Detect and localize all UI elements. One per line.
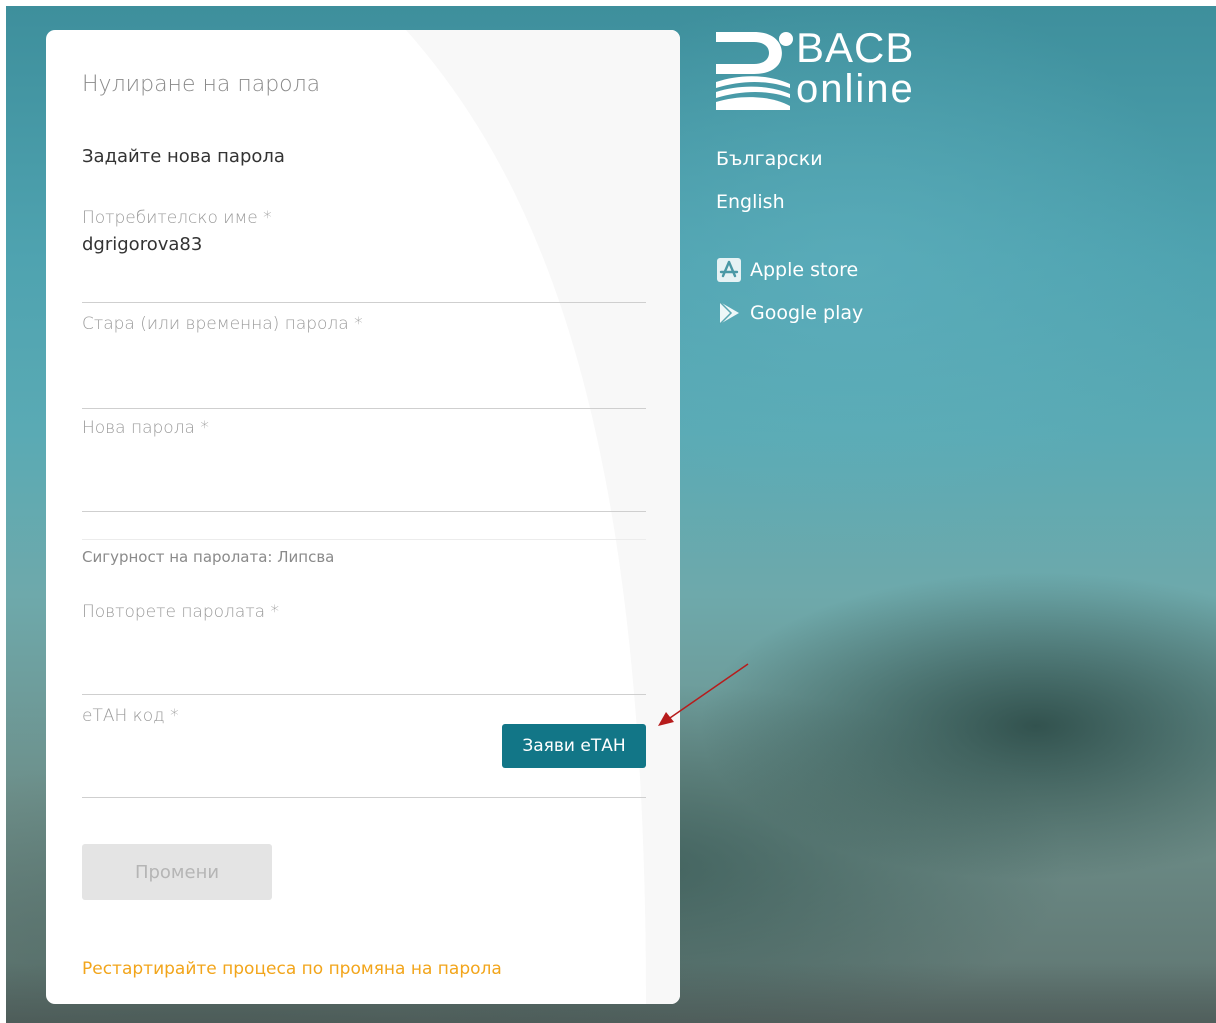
page-title: Нулиране на парола bbox=[82, 72, 321, 97]
username-label: Потребителско име * bbox=[82, 208, 272, 228]
restart-process-link[interactable]: Рестартирайте процеса по промяна на паро… bbox=[82, 959, 502, 979]
request-etan-button[interactable]: Заяви еТАН bbox=[502, 724, 646, 768]
new-password-label: Нова парола * bbox=[82, 418, 209, 438]
language-bulgarian-link[interactable]: Български bbox=[716, 148, 823, 170]
language-english-link[interactable]: English bbox=[716, 191, 785, 213]
old-password-label: Стара (или временна) парола * bbox=[82, 314, 363, 334]
repeat-password-label: Повторете паролата * bbox=[82, 602, 279, 622]
app-store-icon bbox=[717, 258, 741, 282]
change-password-button[interactable]: Промени bbox=[82, 844, 272, 900]
bacb-online-logo: BACB online bbox=[714, 24, 954, 118]
username-value[interactable]: dgrigorova83 bbox=[82, 234, 646, 255]
apple-store-link[interactable]: Apple store bbox=[716, 257, 858, 283]
old-password-field[interactable]: Стара (или временна) парола * bbox=[82, 314, 646, 409]
form-subtitle: Задайте нова парола bbox=[82, 146, 285, 167]
etan-code-label: еТАН код * bbox=[82, 706, 179, 726]
screen: Нулиране на парола Задайте нова парола П… bbox=[0, 0, 1216, 1023]
google-play-label: Google play bbox=[750, 302, 864, 324]
brand-name: BACB bbox=[796, 24, 915, 71]
brand-subname: online bbox=[796, 67, 915, 111]
new-password-field[interactable]: Нова парола * bbox=[82, 418, 646, 512]
username-field[interactable]: Потребителско име * dgrigorova83 bbox=[82, 208, 646, 303]
google-play-icon bbox=[719, 301, 739, 325]
google-play-link[interactable]: Google play bbox=[716, 300, 863, 326]
password-strength-text: Сигурност на паролата: Липсва bbox=[82, 548, 335, 566]
reset-password-card: Нулиране на парола Задайте нова парола П… bbox=[46, 30, 680, 1004]
bacb-logo-icon bbox=[716, 32, 793, 110]
apple-store-label: Apple store bbox=[750, 259, 859, 281]
strength-meter bbox=[82, 539, 646, 540]
repeat-password-field[interactable]: Повторете паролата * bbox=[82, 602, 646, 695]
